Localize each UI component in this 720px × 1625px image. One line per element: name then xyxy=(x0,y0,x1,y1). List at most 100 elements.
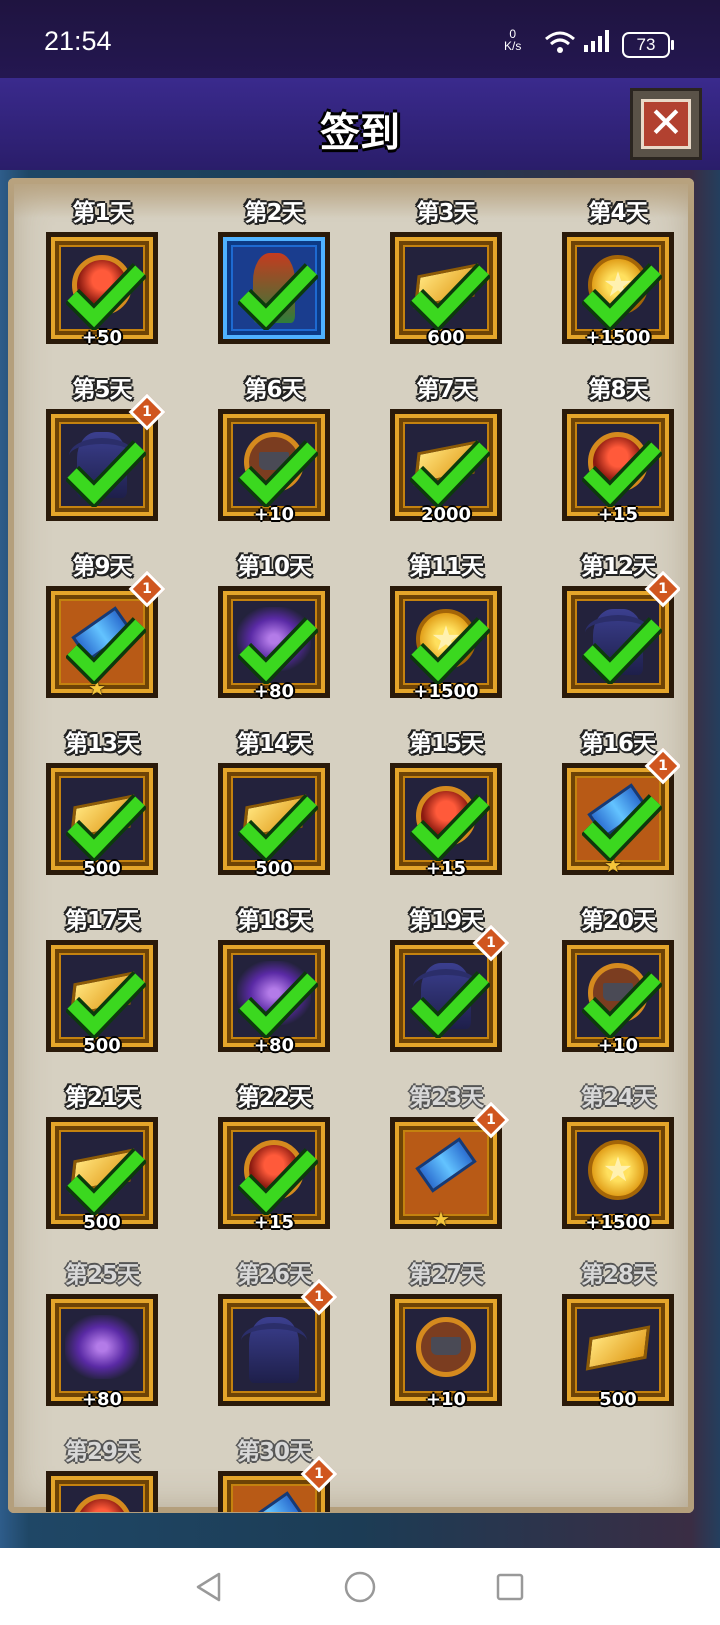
day-label: 第7天 xyxy=(416,377,476,403)
checkmark-icon xyxy=(410,617,490,684)
coin-icon: +1500 xyxy=(577,1132,659,1233)
day-label: 第20天 xyxy=(580,908,656,934)
day-label: 第9天 xyxy=(72,554,132,580)
day-label: 第18天 xyxy=(236,908,312,934)
day-cell[interactable]: 第18天 +80 xyxy=(212,898,336,1068)
galaxy-icon: +80 xyxy=(61,1309,143,1410)
day-cell[interactable]: 第4天 +1500 xyxy=(556,190,680,360)
day-label: 第15天 xyxy=(408,731,484,757)
day-label: 第8天 xyxy=(588,377,648,403)
network-speed: 0 K/s xyxy=(504,28,521,52)
reward-frame xyxy=(218,1294,330,1406)
home-nav-icon[interactable] xyxy=(343,1570,377,1604)
day-cell[interactable]: 第6天 +10 xyxy=(212,367,336,537)
day-cell[interactable]: 第13天 500 xyxy=(40,721,164,891)
day-cell[interactable]: 第15天 +15 xyxy=(384,721,508,891)
badge-count: 1 xyxy=(658,581,668,597)
day-cell[interactable]: 第30天 1 xyxy=(212,1429,338,1512)
reward-amount: +80 xyxy=(253,1035,295,1056)
day-cell[interactable]: 第5天 1 xyxy=(40,367,166,537)
reward-amount: +80 xyxy=(81,1389,123,1410)
gauntlet-icon xyxy=(405,1132,487,1214)
close-button[interactable]: ✕ xyxy=(630,88,702,160)
checkmark-icon xyxy=(582,794,662,861)
checkmark-icon xyxy=(582,971,662,1038)
day-label: 第24天 xyxy=(580,1085,656,1111)
day-label: 第17天 xyxy=(64,908,140,934)
day-cell[interactable]: 第23天 ★ 1 xyxy=(384,1075,510,1245)
day-label: 第28天 xyxy=(580,1262,656,1288)
checkmark-icon xyxy=(238,617,318,684)
day-cell[interactable]: 第10天 +80 xyxy=(212,544,336,714)
day-label: 第29天 xyxy=(64,1439,140,1465)
reward-amount: +10 xyxy=(425,1389,467,1410)
reward-frame: +80 xyxy=(46,1294,158,1410)
title-bar: 签到 xyxy=(0,78,720,173)
day-cell[interactable]: 第11天 +1500 xyxy=(384,544,508,714)
day-cell[interactable]: 第14天 500 xyxy=(212,721,336,891)
day-label: 第27天 xyxy=(408,1262,484,1288)
day-cell[interactable]: 第24天 +1500 xyxy=(556,1075,680,1245)
checkin-grid: 第1天 +50 第2天 第3天 600 第4天 +1500 第5天 1 第6天 +10 第7天 2000… xyxy=(40,190,680,1512)
day-label: 第6天 xyxy=(244,377,304,403)
day-cell[interactable]: 第2天 xyxy=(212,190,336,360)
day-cell[interactable]: 第3天 600 xyxy=(384,190,508,360)
day-cell[interactable]: 第22天 +15 xyxy=(212,1075,336,1245)
day-cell[interactable]: 第9天 ★ 1 xyxy=(40,544,166,714)
gold-icon: 500 xyxy=(577,1309,659,1410)
day-label: 第5天 xyxy=(72,377,132,403)
orb-icon xyxy=(61,1486,143,1512)
star-icon: ★ xyxy=(432,1207,450,1231)
day-cell[interactable]: 第12天 1 xyxy=(556,544,680,714)
reward-amount: 600 xyxy=(427,327,465,348)
reward-amount: +15 xyxy=(597,504,639,525)
reward-amount: +1500 xyxy=(585,327,651,348)
reward-amount: 500 xyxy=(83,858,121,879)
checkmark-icon xyxy=(66,794,146,861)
checkmark-icon xyxy=(66,1148,146,1215)
network-speed-unit: K/s xyxy=(504,39,522,53)
day-label: 第3天 xyxy=(416,200,476,226)
checkmark-icon xyxy=(410,263,490,330)
gauntlet-icon xyxy=(233,1486,315,1512)
checkmark-icon xyxy=(66,971,146,1038)
day-label: 第4天 xyxy=(588,200,648,226)
day-cell[interactable]: 第16天 ★ 1 xyxy=(556,721,680,891)
reward-amount: +10 xyxy=(597,1035,639,1056)
back-nav-icon[interactable] xyxy=(192,1570,226,1604)
day-cell[interactable]: 第7天 2000 xyxy=(384,367,508,537)
badge-count: 1 xyxy=(142,404,152,420)
reward-amount: 500 xyxy=(83,1212,121,1233)
reward-frame: 500 xyxy=(562,1294,674,1410)
reward-amount: +50 xyxy=(81,327,123,348)
reward-amount: +1500 xyxy=(413,681,479,702)
day-cell[interactable]: 第21天 500 xyxy=(40,1075,164,1245)
badge-count: 1 xyxy=(658,758,668,774)
day-cell[interactable]: 第27天 +10 xyxy=(384,1252,508,1422)
checkmark-icon xyxy=(238,794,318,861)
day-cell[interactable]: 第19天 1 xyxy=(384,898,510,1068)
day-cell[interactable]: 第17天 500 xyxy=(40,898,164,1068)
reward-frame: +1500 xyxy=(562,1117,674,1233)
day-cell[interactable]: 第20天 +10 xyxy=(556,898,680,1068)
day-cell[interactable]: 第8天 +15 xyxy=(556,367,680,537)
reward-amount: +10 xyxy=(253,504,295,525)
anvil-icon: +10 xyxy=(405,1309,487,1410)
day-cell[interactable]: 第1天 +50 xyxy=(40,190,164,360)
badge-count: 1 xyxy=(142,581,152,597)
day-cell[interactable]: 第28天 500 xyxy=(556,1252,680,1422)
reward-amount: 2000 xyxy=(420,504,472,525)
day-label: 第13天 xyxy=(64,731,140,757)
navigation-bar xyxy=(0,1548,720,1625)
recents-nav-icon[interactable] xyxy=(493,1570,527,1604)
reward-amount: +15 xyxy=(253,1212,295,1233)
reward-amount: 500 xyxy=(83,1035,121,1056)
checkmark-icon xyxy=(238,440,318,507)
reward-amount: +15 xyxy=(425,858,467,879)
day-cell[interactable]: 第26天 1 xyxy=(212,1252,338,1422)
checkmark-icon xyxy=(238,971,318,1038)
day-cell[interactable]: 第29天 xyxy=(40,1429,164,1512)
checkmark-icon xyxy=(66,617,146,684)
battery-level: 73 xyxy=(636,35,656,54)
day-cell[interactable]: 第25天 +80 xyxy=(40,1252,164,1422)
